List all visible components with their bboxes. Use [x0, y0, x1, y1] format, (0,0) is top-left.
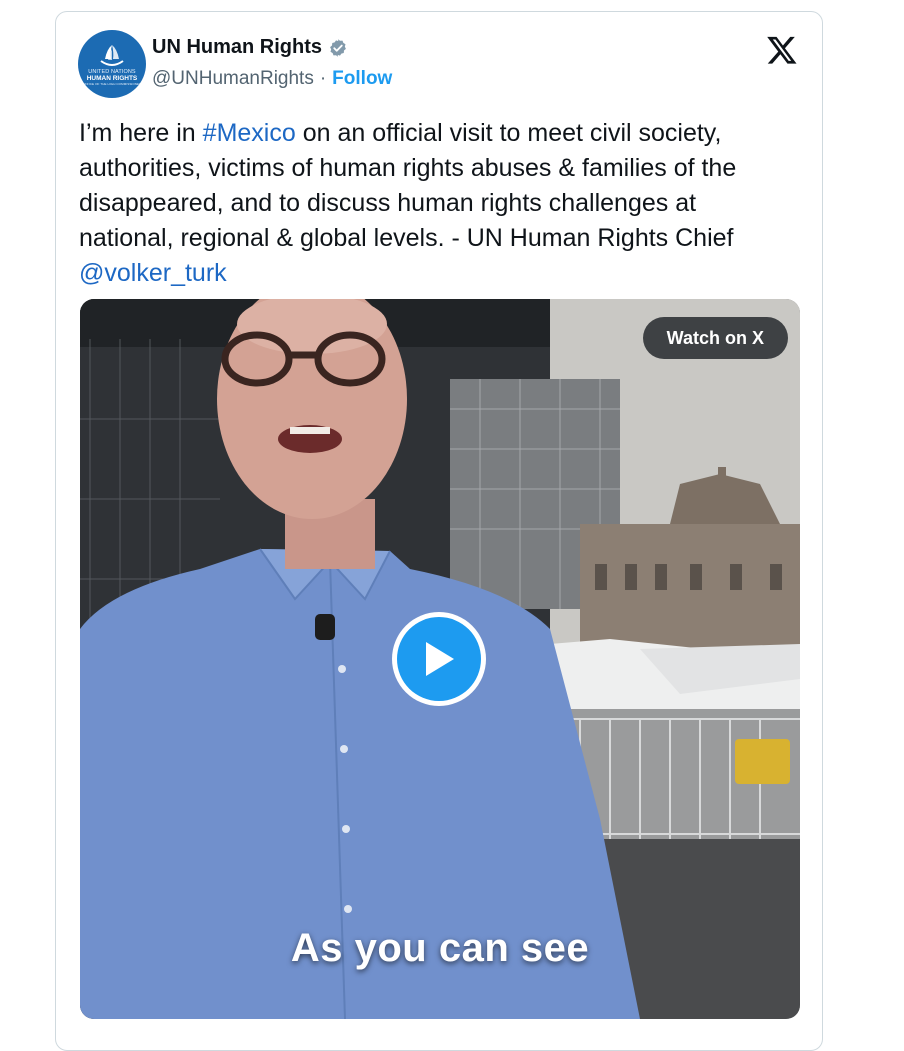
- handle[interactable]: @UNHumanRights: [152, 68, 314, 90]
- post-text-part-1: I’m here in: [79, 119, 203, 147]
- mention-link[interactable]: @volker_turk: [79, 259, 227, 287]
- embedded-post-card: UNITED NATIONS HUMAN RIGHTS OFFICE OF TH…: [55, 11, 823, 1051]
- avatar-org-name: HUMAN RIGHTS: [86, 74, 138, 82]
- avatar-org-subline: OFFICE OF THE HIGH COMMISSIONER: [82, 81, 142, 86]
- separator-dot: ·: [319, 68, 327, 89]
- x-logo-icon[interactable]: [766, 34, 798, 66]
- follow-button[interactable]: Follow: [332, 68, 392, 90]
- post-text: I’m here in #Mexico on an official visit…: [79, 116, 789, 291]
- play-button[interactable]: [392, 612, 486, 706]
- video-caption: As you can see: [290, 926, 590, 970]
- handle-row: @UNHumanRights · Follow: [152, 68, 392, 90]
- play-icon: [426, 642, 454, 676]
- watch-on-x-button[interactable]: Watch on X: [642, 317, 788, 359]
- hashtag-link[interactable]: #Mexico: [203, 119, 296, 147]
- display-name[interactable]: UN Human Rights: [152, 36, 322, 59]
- author-name-row: UN Human Rights: [152, 36, 348, 59]
- video-player[interactable]: Watch on X As you can see: [80, 299, 800, 1019]
- avatar[interactable]: UNITED NATIONS HUMAN RIGHTS OFFICE OF TH…: [78, 30, 146, 98]
- verified-badge-icon: [330, 38, 346, 57]
- un-emblem-icon: [100, 44, 124, 66]
